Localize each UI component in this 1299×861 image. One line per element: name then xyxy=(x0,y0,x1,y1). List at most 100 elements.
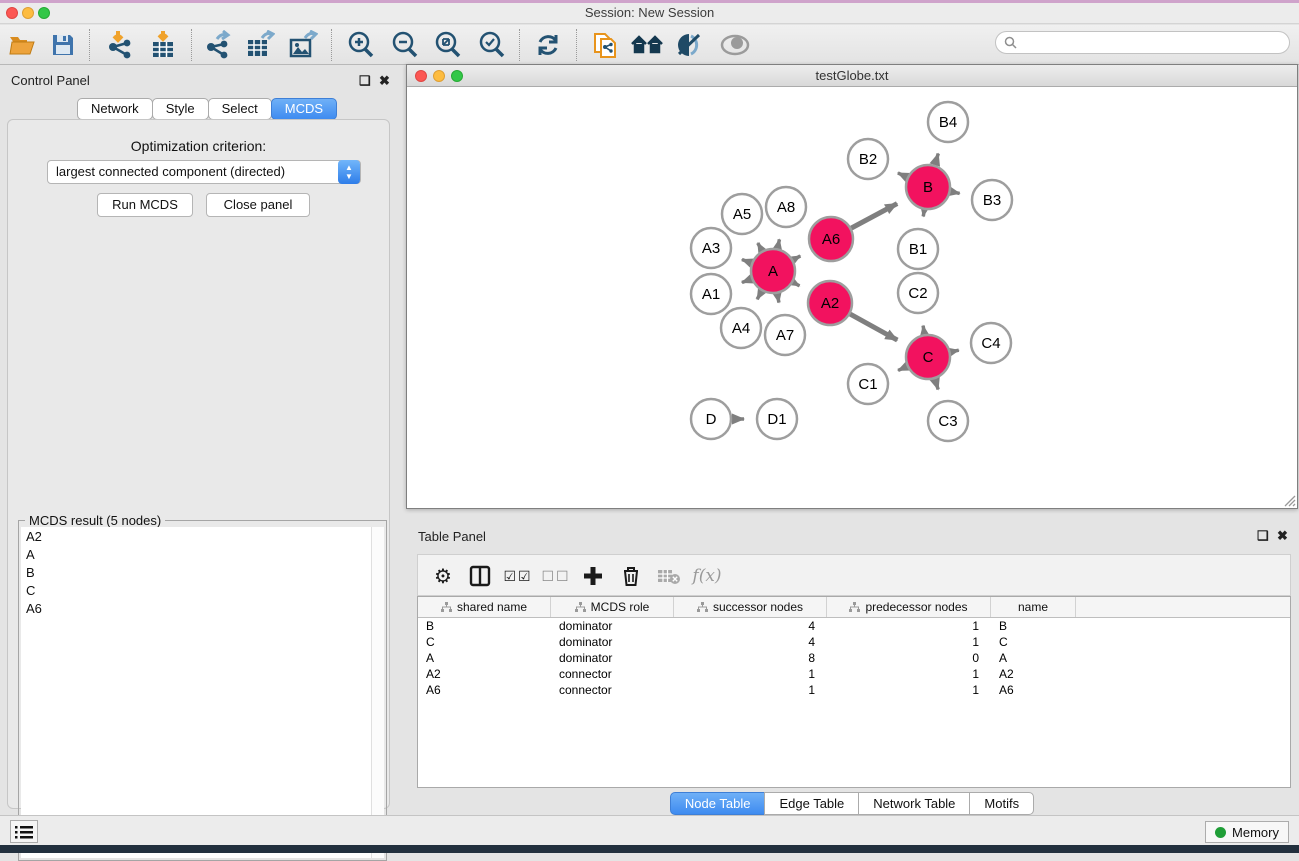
import-table-icon[interactable] xyxy=(147,30,179,60)
close-panel-icon[interactable]: ✖ xyxy=(1277,529,1288,543)
table-row[interactable]: A dominator 8 0 A xyxy=(418,650,1290,666)
list-item[interactable]: C xyxy=(21,581,372,599)
graph-node-label: C3 xyxy=(938,413,957,430)
tab-network[interactable]: Network xyxy=(77,98,153,120)
zoom-selected-icon[interactable] xyxy=(476,30,508,60)
graph-edge-B-B2[interactable] xyxy=(898,173,907,177)
graph-edge-C-C1[interactable] xyxy=(898,366,907,370)
hide-details-icon[interactable] xyxy=(674,30,706,60)
show-details-icon[interactable] xyxy=(719,30,751,60)
zoom-in-icon[interactable] xyxy=(345,30,377,60)
criterion-dropdown[interactable]: largest connected component (directed) ▲… xyxy=(47,160,361,184)
tab-motifs[interactable]: Motifs xyxy=(969,792,1034,815)
table-settings-icon[interactable]: ⚙ xyxy=(426,560,460,592)
graph-edge-B-B1[interactable] xyxy=(923,210,924,217)
column-type-icon xyxy=(441,602,452,613)
zoom-network-button[interactable] xyxy=(451,70,463,82)
duplicate-network-icon[interactable] xyxy=(590,30,622,60)
export-table-icon[interactable] xyxy=(244,30,276,60)
toolbar-separator xyxy=(89,29,90,61)
minimize-network-button[interactable] xyxy=(433,70,445,82)
column-header[interactable]: name xyxy=(991,597,1076,617)
minimize-window-button[interactable] xyxy=(22,7,34,19)
tab-select[interactable]: Select xyxy=(208,98,272,120)
resize-grip[interactable] xyxy=(1282,493,1296,507)
list-item[interactable]: A xyxy=(21,545,372,563)
add-column-icon[interactable] xyxy=(576,560,610,592)
open-file-icon[interactable] xyxy=(6,30,38,60)
delete-column-icon[interactable] xyxy=(614,560,648,592)
zoom-out-icon[interactable] xyxy=(389,30,421,60)
network-window-titlebar[interactable]: testGlobe.txt xyxy=(407,65,1297,87)
graph-edge-B-B3[interactable] xyxy=(951,192,960,194)
deselect-all-icon[interactable]: ☐☐ xyxy=(539,560,573,592)
graph-edge-A-A3[interactable] xyxy=(742,259,751,263)
mcds-result-list[interactable]: A2 A B C A6 xyxy=(21,527,372,858)
close-network-button[interactable] xyxy=(415,70,427,82)
table-row[interactable]: A2 connector 1 1 A2 xyxy=(418,666,1290,682)
search-input[interactable] xyxy=(1022,36,1289,50)
memory-button[interactable]: Memory xyxy=(1205,821,1289,843)
graph-edge-A-A2[interactable] xyxy=(793,282,799,286)
column-header[interactable]: shared name xyxy=(418,597,551,617)
graph-edge-A-A1[interactable] xyxy=(742,279,751,283)
delete-table-icon xyxy=(652,560,686,592)
refresh-icon[interactable] xyxy=(532,30,564,60)
graph-edge-B-B4[interactable] xyxy=(935,154,939,165)
graph-node-label: C2 xyxy=(908,285,927,302)
list-icon xyxy=(15,825,33,839)
graph-edge-A-A7[interactable] xyxy=(777,294,779,303)
list-item[interactable]: B xyxy=(21,563,372,581)
graph-edge-C-C4[interactable] xyxy=(950,350,958,352)
float-panel-icon[interactable]: ❑ xyxy=(1257,529,1269,543)
graph-edge-A6-B[interactable] xyxy=(851,204,897,229)
node-table[interactable]: shared name MCDS role successor nodes pr… xyxy=(417,596,1291,788)
table-row[interactable]: A6 connector 1 1 A6 xyxy=(418,682,1290,698)
select-all-icon[interactable]: ☑☑ xyxy=(501,560,535,592)
close-panel-button[interactable]: Close panel xyxy=(206,193,310,217)
scrollbar[interactable] xyxy=(371,527,384,858)
control-panel-tabs: Network Style Select MCDS xyxy=(78,98,337,120)
tab-mcds[interactable]: MCDS xyxy=(271,98,337,120)
column-header[interactable]: predecessor nodes xyxy=(827,597,991,617)
toolbar-separator xyxy=(191,29,192,61)
graph-edge-A2-C[interactable] xyxy=(850,314,897,340)
tab-network-table[interactable]: Network Table xyxy=(858,792,970,815)
graph-edge-A-A8[interactable] xyxy=(778,239,780,248)
table-row[interactable]: C dominator 4 1 C xyxy=(418,634,1290,650)
graph-edge-A-A5[interactable] xyxy=(758,243,762,251)
zoom-window-button[interactable] xyxy=(38,7,50,19)
graph-edge-A-A6[interactable] xyxy=(793,256,800,260)
export-network-icon[interactable] xyxy=(202,30,234,60)
graph-node-label: A2 xyxy=(821,295,839,312)
tab-edge-table[interactable]: Edge Table xyxy=(764,792,859,815)
search-box[interactable] xyxy=(995,31,1290,54)
column-type-icon xyxy=(849,602,860,613)
save-session-icon[interactable] xyxy=(47,30,79,60)
task-history-button[interactable] xyxy=(10,820,38,843)
list-item[interactable]: A2 xyxy=(21,527,372,545)
close-window-button[interactable] xyxy=(6,7,18,19)
network-graph[interactable]: B4B2BB3A5A8A6A3B1AA1C2A2A4A7C4CC1C3DD1 xyxy=(407,88,1297,508)
column-header[interactable]: MCDS role xyxy=(551,597,674,617)
graph-edge-C-C3[interactable] xyxy=(935,379,938,390)
list-item[interactable]: A6 xyxy=(21,599,372,617)
table-row[interactable]: B dominator 4 1 B xyxy=(418,618,1290,634)
run-mcds-button[interactable]: Run MCDS xyxy=(97,193,193,217)
column-visibility-icon[interactable] xyxy=(463,560,497,592)
import-network-icon[interactable] xyxy=(104,30,136,60)
function-builder-icon: f(x) xyxy=(690,560,724,592)
zoom-fit-icon[interactable] xyxy=(432,30,464,60)
export-image-icon[interactable] xyxy=(287,30,319,60)
network-canvas[interactable]: B4B2BB3A5A8A6A3B1AA1C2A2A4A7C4CC1C3DD1 xyxy=(407,88,1297,508)
tab-node-table[interactable]: Node Table xyxy=(670,792,766,815)
home-layout-icon[interactable] xyxy=(631,30,663,60)
column-header[interactable]: successor nodes xyxy=(674,597,827,617)
close-panel-icon[interactable]: ✖ xyxy=(379,74,390,88)
float-panel-icon[interactable]: ❑ xyxy=(359,74,371,88)
graph-edge-A-A4[interactable] xyxy=(757,291,762,299)
tab-style[interactable]: Style xyxy=(152,98,209,120)
desktop-strip-bottom xyxy=(0,845,1299,853)
graph-edge-C-C2[interactable] xyxy=(923,326,924,335)
search-icon xyxy=(1004,36,1017,49)
